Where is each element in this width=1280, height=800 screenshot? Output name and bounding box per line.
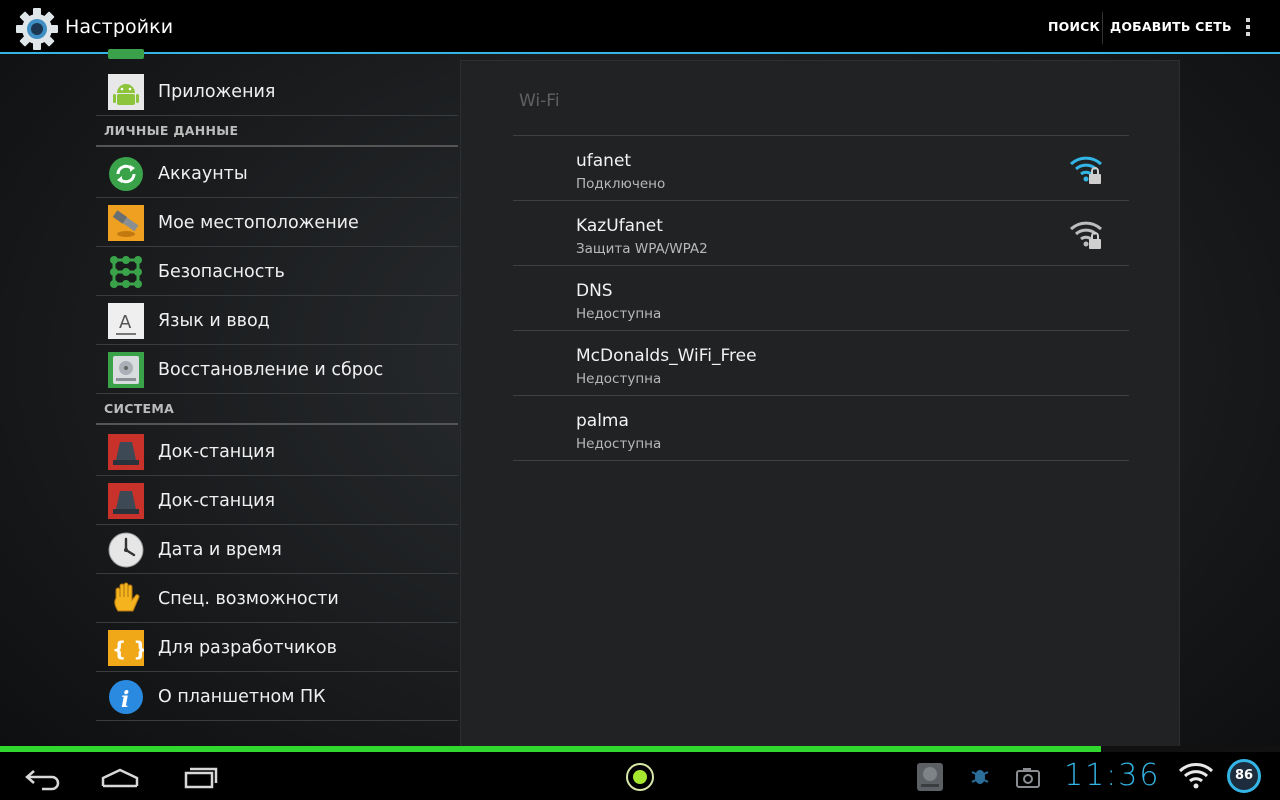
action-divider <box>1102 12 1103 44</box>
network-name: KazUfanet <box>576 216 663 236</box>
info-icon: i <box>109 680 143 714</box>
wifi-network-row[interactable]: ufanet Подключено <box>513 136 1129 201</box>
network-status: Подключено <box>576 176 666 192</box>
svg-text:A: A <box>119 312 132 333</box>
settings-item-label: Язык и ввод <box>158 311 270 331</box>
dock-icon <box>108 434 144 470</box>
sync-icon <box>109 157 143 191</box>
back-icon[interactable] <box>16 762 64 792</box>
wifi-network-row[interactable]: palma Недоступна <box>513 396 1129 461</box>
dock-icon <box>108 483 144 519</box>
home-icon[interactable] <box>96 762 144 792</box>
location-satellite-icon <box>108 205 144 241</box>
settings-item-label: Мое местоположение <box>158 213 359 233</box>
settings-item-label: Аккаунты <box>158 164 248 184</box>
wifi-network-row[interactable]: KazUfanet Защита WPA/WPA2 <box>513 201 1129 266</box>
settings-item-language[interactable]: A Язык и ввод <box>96 296 458 345</box>
backup-drive-icon <box>108 352 144 388</box>
action-bar: Настройки ПОИСК ДОБАВИТЬ СЕТЬ <box>0 0 1280 54</box>
network-status: Защита WPA/WPA2 <box>576 241 708 257</box>
wifi-lock-connected-icon <box>1069 156 1103 184</box>
storage-notification-icon[interactable] <box>906 762 954 792</box>
svg-text:i: i <box>121 687 129 713</box>
settings-item-label: Безопасность <box>158 262 285 282</box>
add-network-button[interactable]: ДОБАВИТЬ СЕТЬ <box>1110 19 1232 34</box>
braces-icon: { } <box>108 630 144 666</box>
wifi-panel-title: Wi-Fi <box>519 91 560 111</box>
settings-item-dock-2[interactable]: Док-станция <box>96 476 458 525</box>
system-bar: 11:36 86 <box>0 752 1280 800</box>
record-indicator-icon[interactable] <box>616 762 664 792</box>
settings-item-label: Приложения <box>158 82 276 102</box>
settings-item-label: Док-станция <box>158 442 276 462</box>
clock-icon <box>108 532 144 568</box>
settings-item-label: Дата и время <box>158 540 282 560</box>
wifi-lock-icon <box>1069 221 1103 249</box>
partial-item-icon <box>108 49 144 59</box>
android-icon <box>108 74 144 110</box>
usb-debug-icon[interactable] <box>956 762 1004 792</box>
network-name: palma <box>576 411 629 431</box>
lock-pattern-icon <box>110 256 142 288</box>
settings-item-location[interactable]: Мое местоположение <box>96 198 458 247</box>
wifi-panel: Wi-Fi ufanet Подключено KazUfanet Защита… <box>460 60 1180 748</box>
network-status: Недоступна <box>576 306 662 322</box>
settings-item-label: Восстановление и сброс <box>158 360 384 380</box>
settings-gear-icon[interactable] <box>14 6 60 52</box>
recent-apps-icon[interactable] <box>176 762 224 792</box>
svg-text:{ }: { } <box>112 637 144 661</box>
section-header-system: СИСТЕМА <box>96 399 458 425</box>
settings-item-date-time[interactable]: Дата и время <box>96 525 458 574</box>
app-title: Настройки <box>65 16 174 38</box>
settings-item-backup[interactable]: Восстановление и сброс <box>96 345 458 394</box>
hand-icon <box>114 582 140 612</box>
settings-item-label: О планшетном ПК <box>158 687 326 707</box>
network-status: Недоступна <box>576 371 662 387</box>
settings-item-dock-1[interactable]: Док-станция <box>96 427 458 476</box>
settings-list: Приложения ЛИЧНЫЕ ДАННЫЕ Аккаунты Мое ме… <box>96 49 458 745</box>
network-name: ufanet <box>576 151 632 171</box>
settings-item-security[interactable]: Безопасность <box>96 247 458 296</box>
network-name: DNS <box>576 281 613 301</box>
settings-item-accessibility[interactable]: Спец. возможности <box>96 574 458 623</box>
screen: Настройки ПОИСК ДОБАВИТЬ СЕТЬ Приложения… <box>0 0 1280 800</box>
search-button[interactable]: ПОИСК <box>1048 19 1100 34</box>
network-name: McDonalds_WiFi_Free <box>576 346 757 366</box>
settings-item-about[interactable]: i О планшетном ПК <box>96 672 458 721</box>
settings-item-developer[interactable]: { } Для разработчиков <box>96 623 458 672</box>
wifi-signal-icon[interactable] <box>1172 760 1220 790</box>
overflow-menu-icon[interactable] <box>1238 16 1258 40</box>
wifi-network-row[interactable]: McDonalds_WiFi_Free Недоступна <box>513 331 1129 396</box>
wifi-network-row[interactable]: DNS Недоступна <box>513 266 1129 331</box>
screenshot-icon[interactable] <box>1004 762 1052 792</box>
battery-indicator[interactable]: 86 <box>1227 759 1261 793</box>
clock-time[interactable]: 11:36 <box>1064 758 1160 793</box>
section-header-personal: ЛИЧНЫЕ ДАННЫЕ <box>96 121 458 147</box>
settings-item-label: Для разработчиков <box>158 638 337 658</box>
settings-item-label: Док-станция <box>158 491 276 511</box>
network-status: Недоступна <box>576 436 662 452</box>
settings-item-accounts[interactable]: Аккаунты <box>96 149 458 198</box>
settings-item-apps[interactable]: Приложения <box>96 67 458 116</box>
keyboard-icon: A <box>108 303 144 339</box>
settings-item-label: Спец. возможности <box>158 589 339 609</box>
